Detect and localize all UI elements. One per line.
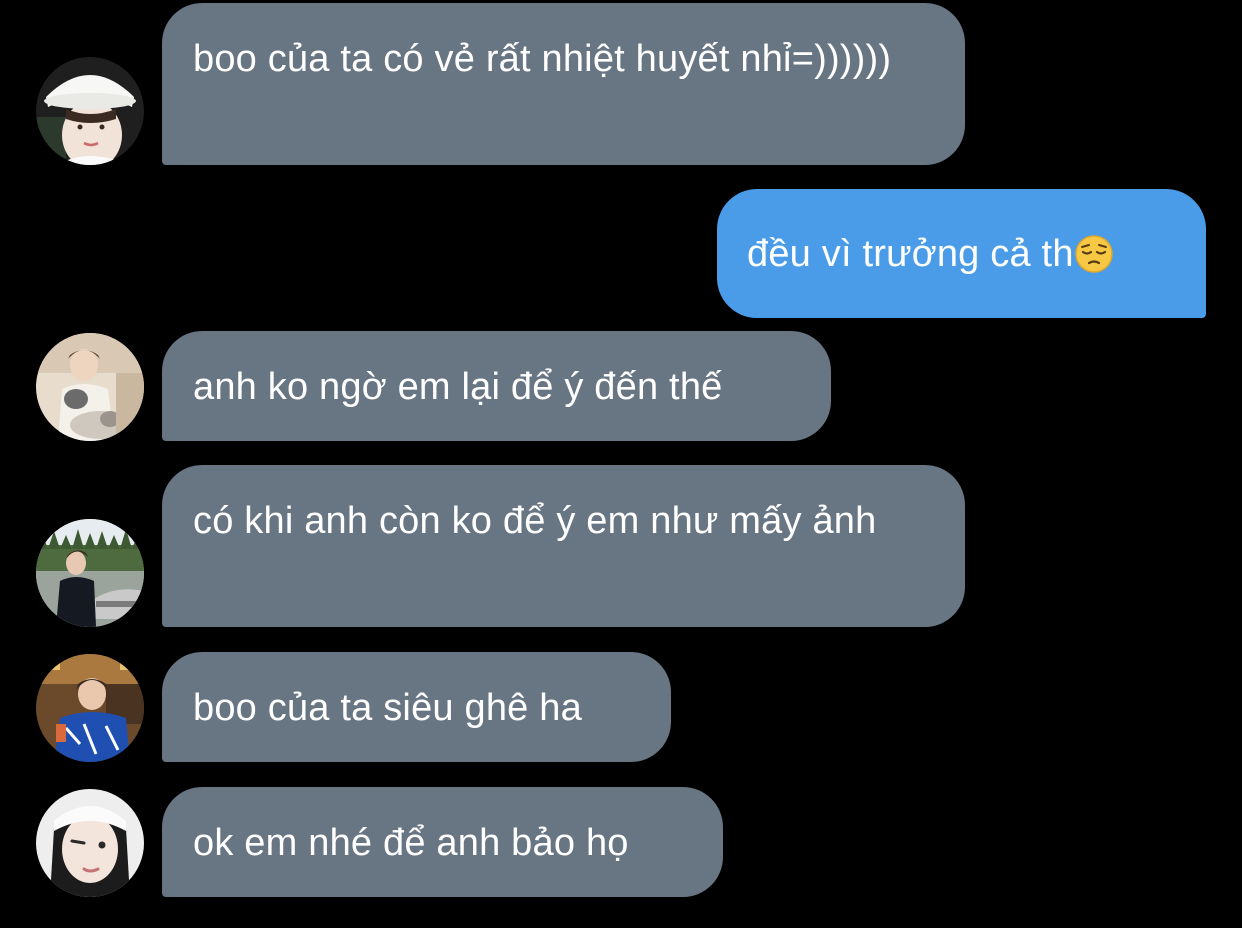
message-text: boo của ta có vẻ rất nhiệt huyết nhỉ=)))… [193, 38, 892, 80]
message-bubble-outgoing[interactable]: đều vì trưởng cả th [717, 189, 1206, 318]
message-bubble-incoming[interactable]: có khi anh còn ko để ý em như mấy ảnh [162, 465, 965, 627]
message-bubble-incoming[interactable]: boo của ta siêu ghê ha [162, 652, 671, 762]
message-text: anh ko ngờ em lại để ý đến thế [193, 366, 723, 408]
message-bubble-incoming[interactable]: anh ko ngờ em lại để ý đến thế [162, 331, 831, 441]
avatar-with-cat-icon [36, 333, 144, 441]
avatar[interactable] [36, 654, 144, 762]
pensive-face-icon [1074, 234, 1113, 273]
avatar[interactable] [36, 333, 144, 441]
avatar[interactable] [36, 789, 144, 897]
chat-thread: boo của ta có vẻ rất nhiệt huyết nhỉ=)))… [0, 0, 1242, 928]
message-text: có khi anh còn ko để ý em như mấy ảnh [193, 500, 877, 542]
avatar[interactable] [36, 519, 144, 627]
message-text: đều vì trưởng cả th [747, 232, 1074, 275]
avatar-outdoor-car-icon [36, 519, 144, 627]
avatar-white-bucket-hat-icon [36, 57, 144, 165]
avatar-cafe-blue-shirt-icon [36, 654, 144, 762]
avatar[interactable] [36, 57, 144, 165]
avatar-white-headband-icon [36, 789, 144, 897]
message-text: boo của ta siêu ghê ha [193, 687, 582, 729]
message-text: ok em nhé để anh bảo họ [193, 822, 629, 864]
message-bubble-incoming[interactable]: ok em nhé để anh bảo họ [162, 787, 723, 897]
message-bubble-incoming[interactable]: boo của ta có vẻ rất nhiệt huyết nhỉ=)))… [162, 3, 965, 165]
